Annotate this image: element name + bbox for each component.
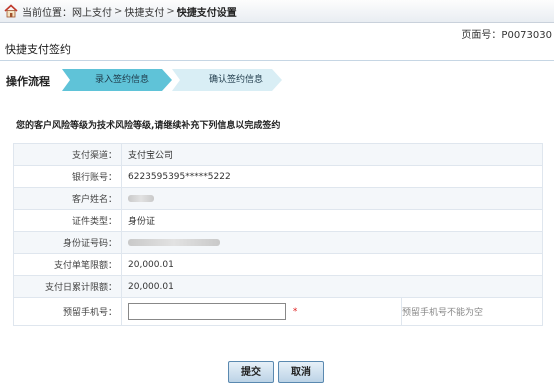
step-enter-info: 录入签约信息 [62,69,172,91]
single-limit-value: 20,000.01 [121,253,543,276]
id-number-label: 身份证号码： [13,231,122,254]
redacted-name [128,194,154,202]
breadcrumb-item-current: 快捷支付设置 [176,7,237,19]
payment-channel-value: 支付宝公司 [121,143,543,166]
breadcrumb-separator: > [114,5,123,17]
payment-channel-label: 支付渠道： [13,143,122,166]
bank-account-value: 6223595395*****5222 [121,165,543,188]
submit-button[interactable]: 提交 [228,361,274,383]
daily-limit-value: 20,000.01 [121,275,543,298]
daily-limit-label: 支付日累计限额： [13,275,122,298]
id-type-value: 身份证 [121,209,543,232]
id-number-value [121,231,543,254]
process-flow: 操作流程 录入签约信息 确认签约信息 [0,67,554,93]
title-divider [0,60,554,61]
step-confirm-info: 确认签约信息 [172,69,282,91]
breadcrumb-prefix: 当前位置： [22,7,72,19]
phone-input[interactable] [128,303,286,320]
required-mark: * [292,307,298,317]
breadcrumb-item-online-payment[interactable]: 网上支付 [72,4,112,19]
step-enter-info-label: 录入签约信息 [94,75,149,85]
form-row-id-type: 证件类型： 身份证 [13,209,543,232]
form-row-phone: 预留手机号： * 预留手机号不能为空 [13,297,543,326]
form-row-daily-limit: 支付日累计限额： 20,000.01 [13,275,543,298]
id-type-label: 证件类型： [13,209,122,232]
phone-error-hint: 预留手机号不能为空 [401,297,543,326]
bank-account-label: 银行账号： [13,165,122,188]
redacted-id-number [128,238,220,246]
form-row-bank-account: 银行账号： 6223595395*****5222 [13,165,543,188]
breadcrumb-item-quick-payment[interactable]: 快捷支付 [124,4,164,19]
breadcrumb-bar: 当前位置： 网上支付 > 快捷支付 > 快捷支付设置 [0,0,554,23]
phone-label: 预留手机号： [13,297,122,326]
form-row-id-number: 身份证号码： [13,231,543,254]
signing-form: 支付渠道： 支付宝公司 银行账号： 6223595395*****5222 客户… [13,143,543,326]
single-limit-label: 支付单笔限额： [13,253,122,276]
customer-name-label: 客户姓名： [13,187,122,210]
process-flow-label: 操作流程 [6,75,50,88]
home-icon [4,4,18,18]
risk-notice: 您的客户风险等级为技术风险等级,请继续补充下列信息以完成签约 [16,121,281,131]
customer-name-value [121,187,543,210]
cancel-button[interactable]: 取消 [278,361,324,383]
form-row-single-limit: 支付单笔限额： 20,000.01 [13,253,543,276]
form-row-customer-name: 客户姓名： [13,187,543,210]
page-number: 页面号：P0073030 [461,30,552,41]
phone-field-cell: * [121,297,402,326]
breadcrumb-separator: > [166,5,175,17]
page-title: 快捷支付签约 [5,43,71,56]
form-row-payment-channel: 支付渠道： 支付宝公司 [13,143,543,166]
step-confirm-info-label: 确认签约信息 [208,75,263,85]
